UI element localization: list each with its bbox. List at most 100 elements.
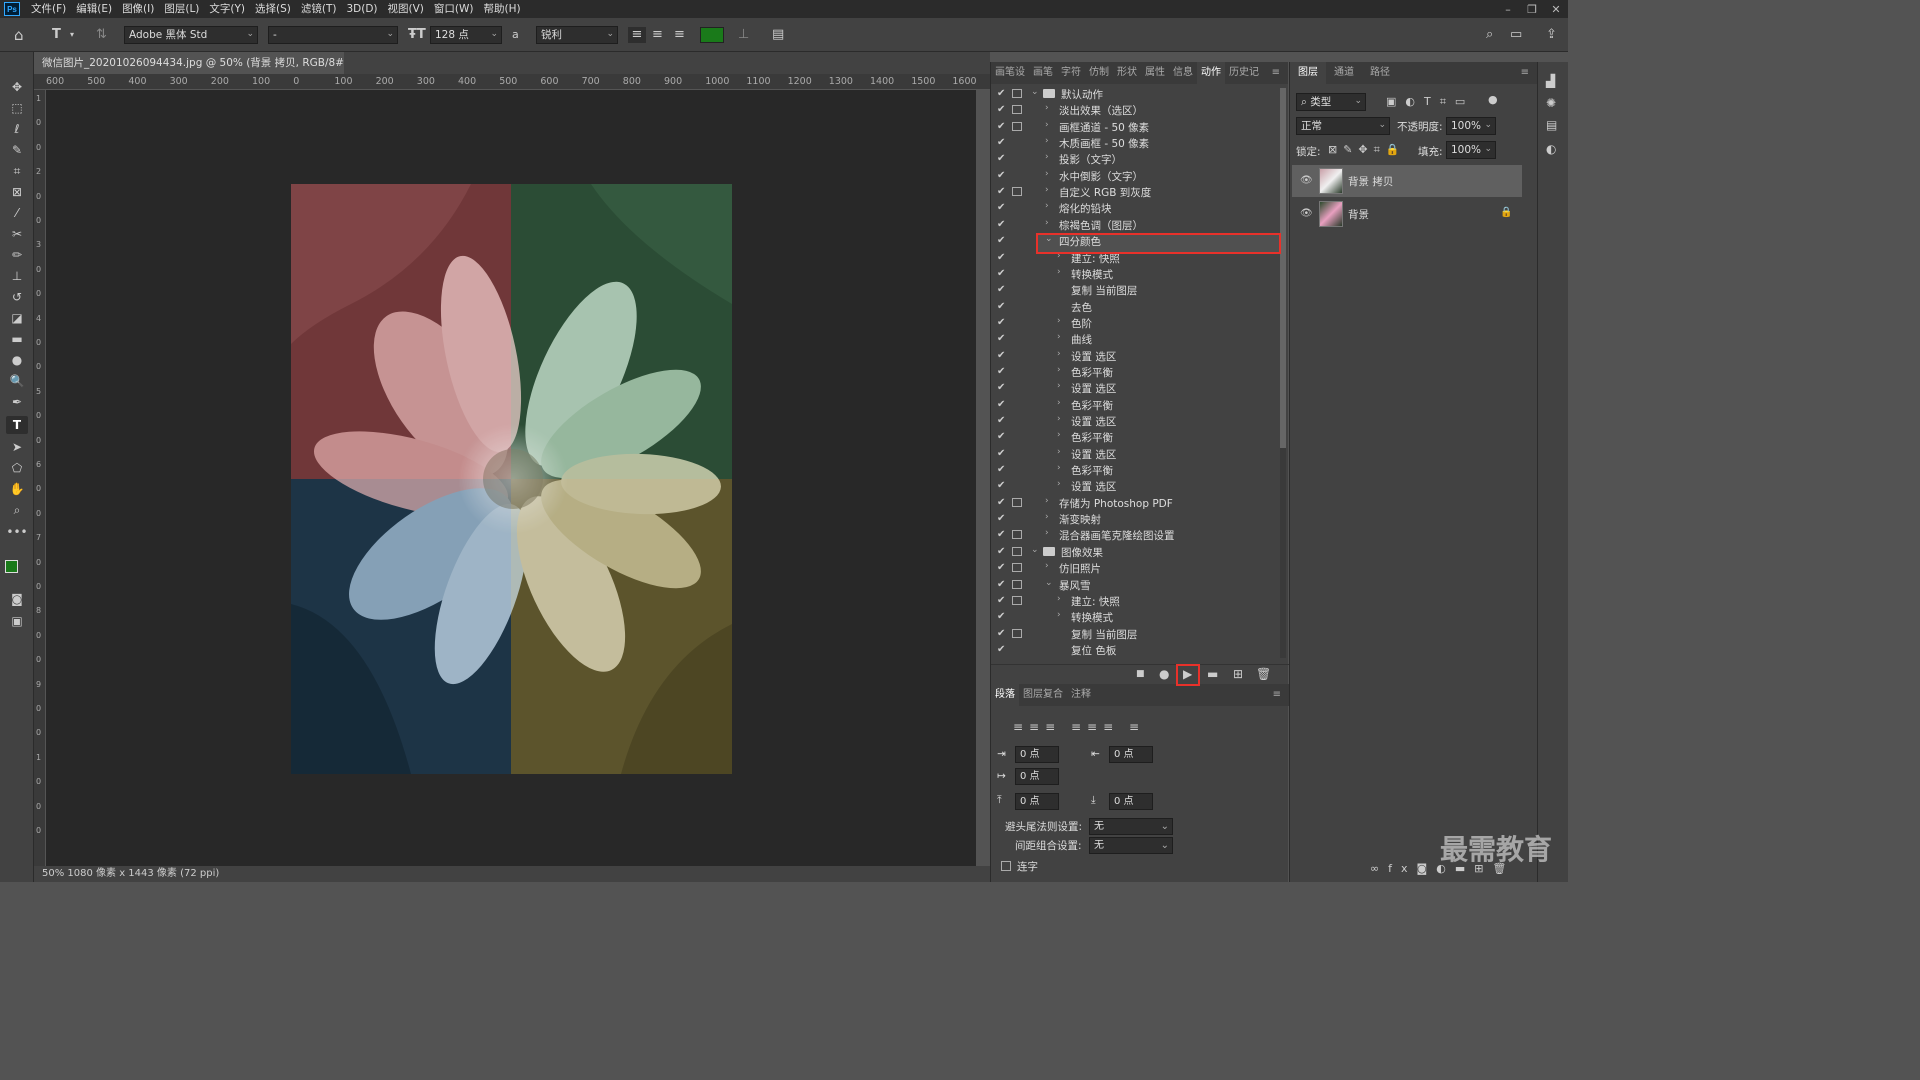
check-icon[interactable]: ✔ [997,382,1005,393]
tab-paragraph[interactable]: 段落 [991,684,1019,706]
action-row[interactable]: ✔ › 投影（文字） [991,151,1277,167]
chevron-right-icon[interactable]: › [1045,496,1049,506]
action-row[interactable]: ✔ › 色阶 [991,315,1277,331]
action-row[interactable]: ✔ › 色彩平衡 [991,462,1277,478]
action-row[interactable]: ✔ › 转换模式 [991,266,1277,282]
chevron-right-icon[interactable]: › [1057,463,1061,473]
check-icon[interactable]: ✔ [997,121,1005,132]
indent-right-field[interactable]: 0 点 [1109,746,1153,763]
text-color-swatch[interactable] [700,27,724,43]
lasso-tool-icon[interactable]: ℓ [6,120,28,138]
check-icon[interactable]: ✔ [997,350,1005,361]
tab-layer-comps[interactable]: 图层复合 [1019,684,1067,706]
chevron-right-icon[interactable]: › [1045,103,1049,113]
action-row[interactable]: ✔ › 色彩平衡 [991,397,1277,413]
check-icon[interactable]: ✔ [997,415,1005,426]
chevron-right-icon[interactable]: › [1057,267,1061,277]
adjustments-icon[interactable]: ✺ [1546,96,1556,110]
tab-character[interactable]: 字符 [1057,62,1085,84]
panel-menu-icon[interactable]: ≡ [1268,62,1284,84]
chevron-right-icon[interactable]: › [1057,430,1061,440]
check-icon[interactable]: ✔ [997,301,1005,312]
check-icon[interactable]: ✔ [997,366,1005,377]
menu-image[interactable]: 图像(I) [117,0,159,18]
type-tool-icon[interactable]: T [6,416,28,434]
check-icon[interactable]: ✔ [997,284,1005,295]
stop-icon[interactable]: ■ [1136,669,1145,679]
action-row[interactable]: ✔ 复制 当前图层 [991,282,1277,298]
layer-row[interactable]: 👁 背景 🔒 [1292,198,1522,230]
action-row[interactable]: ✔ › 熔化的铅块 [991,200,1277,216]
check-icon[interactable]: ✔ [997,202,1005,213]
action-row[interactable]: ✔ › 自定义 RGB 到灰度 [991,184,1277,200]
chevron-right-icon[interactable]: › [1045,169,1049,179]
chevron-down-icon[interactable]: ▾ [70,27,74,43]
action-row[interactable]: ✔ › 设置 选区 [991,348,1277,364]
action-row[interactable]: ✔ › 仿旧照片 [991,560,1277,576]
eye-icon[interactable]: 👁 [1300,208,1313,219]
marquee-tool-icon[interactable]: ⬚ [6,99,28,117]
menu-file[interactable]: 文件(F) [26,0,71,18]
action-row[interactable]: ✔ › 存储为 Photoshop PDF [991,495,1277,511]
screen-mode-icon[interactable]: ▣ [6,612,28,630]
dialog-toggle-icon[interactable] [1012,530,1022,540]
pen-tool-icon[interactable]: ✒ [6,393,28,411]
filter-toggle-icon[interactable]: ● [1488,93,1498,106]
action-row[interactable]: ✔ › 设置 选区 [991,380,1277,396]
dialog-toggle-icon[interactable] [1012,105,1022,115]
action-row[interactable]: ✔ › 渐变映射 [991,511,1277,527]
align-center-icon[interactable]: ≡ [652,27,663,43]
kinsoku-select[interactable]: 无 ⌄ [1089,818,1173,835]
chevron-right-icon[interactable]: › [1057,365,1061,375]
hand-tool-icon[interactable]: ✋ [6,480,28,498]
dialog-toggle-icon[interactable] [1012,628,1022,638]
action-row[interactable]: ✔ › 画框通道 - 50 像素 [991,119,1277,135]
chevron-right-icon[interactable]: › [1045,512,1049,522]
eraser-tool-icon[interactable]: ◪ [6,309,28,327]
action-row[interactable]: ✔ › 色彩平衡 [991,364,1277,380]
align-left-icon[interactable]: ≡ [628,27,646,43]
dialog-toggle-icon[interactable] [1012,579,1022,589]
check-icon[interactable]: ✔ [997,611,1005,622]
tab-layers[interactable]: 图层 [1290,62,1326,84]
blend-mode-select[interactable]: 正常 ⌄ [1296,117,1390,135]
tab-clone-source[interactable]: 仿制 [1085,62,1113,84]
chevron-down-icon[interactable]: ⌄ [1031,545,1039,555]
tab-properties[interactable]: 属性 [1141,62,1169,84]
check-icon[interactable]: ✔ [997,431,1005,442]
chevron-right-icon[interactable]: › [1045,201,1049,211]
action-row[interactable]: ✔ › 棕褐色调（图层） [991,217,1277,233]
dialog-toggle-icon[interactable] [1012,546,1022,556]
check-icon[interactable]: ✔ [997,252,1005,263]
new-action-icon[interactable]: ⊞ [1233,667,1243,681]
menu-layer[interactable]: 图层(L) [159,0,204,18]
history-brush-tool-icon[interactable]: ↺ [6,288,28,306]
indent-left-field[interactable]: 0 点 [1015,746,1059,763]
font-size-select[interactable]: 128 点 ⌄ [430,26,502,44]
restore-icon[interactable]: ❐ [1520,3,1544,16]
quick-mask-icon[interactable]: ◙ [6,590,28,608]
tab-history[interactable]: 历史记 [1225,62,1263,84]
chevron-right-icon[interactable]: › [1045,152,1049,162]
action-row[interactable]: ✔ › 转换模式 [991,609,1277,625]
action-row[interactable]: ✔ 复位 色板 [991,642,1277,658]
record-icon[interactable]: ● [1159,667,1169,681]
check-icon[interactable]: ✔ [997,513,1005,524]
chevron-right-icon[interactable]: › [1057,349,1061,359]
chevron-right-icon[interactable]: › [1045,561,1049,571]
dialog-toggle-icon[interactable] [1012,563,1022,573]
menu-window[interactable]: 窗口(W) [429,0,479,18]
action-row[interactable]: ✔ 去色 [991,299,1277,315]
blur-tool-icon[interactable]: ● [6,351,28,369]
action-row[interactable]: ✔ ⌄ 图像效果 [991,544,1277,560]
check-icon[interactable]: ✔ [997,399,1005,410]
action-row[interactable]: ✔ › 曲线 [991,331,1277,347]
share-icon[interactable]: ⇪ [1546,27,1557,43]
orientation-icon[interactable]: ⇅ [96,27,107,43]
fill-field[interactable]: 100% ⌄ [1446,141,1496,159]
chevron-right-icon[interactable]: › [1057,447,1061,457]
check-icon[interactable]: ✔ [997,644,1005,655]
space-before-field[interactable]: 0 点 [1015,793,1059,810]
tab-notes[interactable]: 注释 [1067,684,1095,706]
more-tools-icon[interactable]: ••• [6,523,28,541]
